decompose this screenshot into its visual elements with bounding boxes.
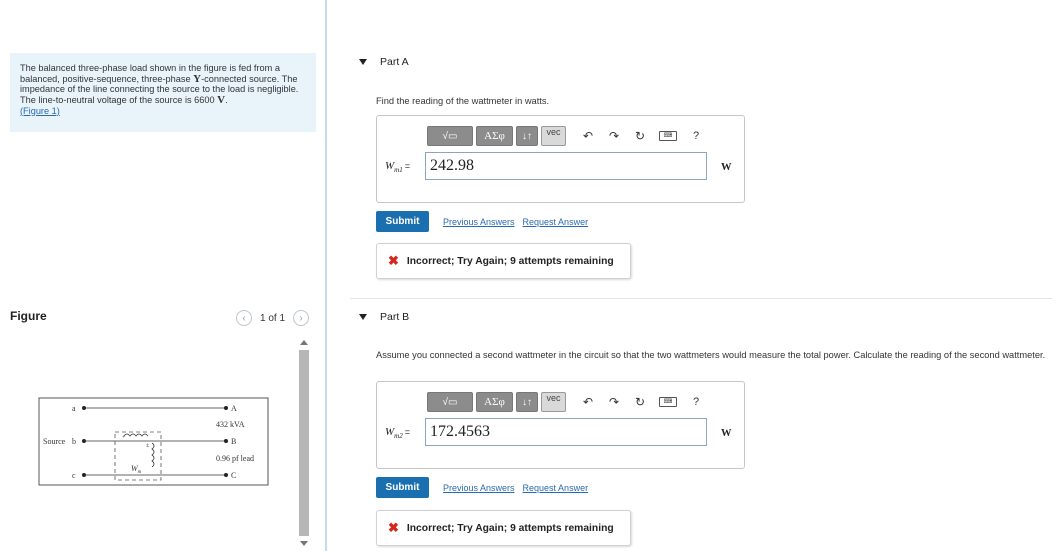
part-a-request-answer-link[interactable]: Request Answer (523, 217, 589, 227)
scroll-thumb[interactable] (299, 350, 309, 536)
source-label: Source (43, 437, 66, 446)
part-b-submit-button[interactable]: Submit (376, 477, 429, 498)
undo-icon[interactable]: ↶ (581, 129, 595, 143)
current-coil (123, 433, 149, 437)
redo-icon[interactable]: ↷ (607, 129, 621, 143)
node-C (224, 473, 228, 477)
current-coil-plus: + (122, 435, 126, 441)
node-c-label: c (72, 471, 76, 480)
part-b-feedback: ✖ Incorrect; Try Again; 9 attempts remai… (376, 510, 631, 546)
part-a-question: Find the reading of the wattmeter in wat… (376, 96, 550, 106)
help-button[interactable]: ? (689, 396, 703, 408)
part-b-previous-answers-link[interactable]: Previous Answers (443, 483, 515, 493)
part-a-toolbar: √▭ AΣφ ↓↑ vec ↶ ↷ ↻ ⌨ ? (427, 126, 703, 146)
greek-symbols-button[interactable]: AΣφ (476, 126, 513, 146)
part-a-header[interactable]: Part A (350, 47, 1050, 77)
arrows-button[interactable]: ↓↑ (516, 392, 538, 412)
chevron-left-icon[interactable]: ‹ (236, 310, 252, 326)
part-a-feedback: ✖ Incorrect; Try Again; 9 attempts remai… (376, 243, 631, 279)
error-x-icon: ✖ (388, 253, 399, 268)
circuit-diagram: a Source b c A 432 kVA B 0.96 pf lead C … (38, 397, 269, 486)
vector-button[interactable]: vec (541, 392, 566, 412)
vector-button[interactable]: vec (541, 126, 566, 146)
part-a-actions: Submit Previous Answers Request Answer (376, 211, 588, 232)
pane-divider (326, 0, 327, 551)
greek-symbols-button[interactable]: AΣφ (476, 392, 513, 412)
node-B-label: B (231, 437, 236, 446)
arrows-button[interactable]: ↓↑ (516, 126, 538, 146)
reset-icon[interactable]: ↻ (633, 395, 647, 409)
scroll-down-icon[interactable] (300, 541, 308, 546)
part-b-answer-input[interactable] (425, 418, 707, 446)
templates-button[interactable]: √▭ (427, 392, 473, 412)
part-a-feedback-message: Incorrect; Try Again; 9 attempts remaini… (406, 255, 614, 267)
redo-icon[interactable]: ↷ (607, 395, 621, 409)
error-x-icon: ✖ (388, 520, 399, 535)
voltage-coil (151, 442, 155, 468)
part-a-submit-button[interactable]: Submit (376, 211, 429, 232)
part-a-variable: Wm1 = (385, 160, 410, 175)
node-a-label: a (72, 404, 76, 413)
part-a-unit: W (721, 162, 732, 173)
part-b-request-answer-link[interactable]: Request Answer (523, 483, 589, 493)
part-a-answer-input[interactable] (425, 152, 707, 180)
part-a-title: Part A (380, 56, 409, 68)
load-pf-label: 0.96 pf lead (216, 454, 254, 463)
part-a-previous-answers-link[interactable]: Previous Answers (443, 217, 515, 227)
part-b-unit: W (721, 428, 732, 439)
collapse-triangle-icon[interactable] (359, 314, 367, 320)
load-power-label: 432 kVA (216, 420, 245, 429)
undo-icon[interactable]: ↶ (581, 395, 595, 409)
figure-pager: ‹ 1 of 1 › (236, 310, 310, 326)
node-B (224, 439, 228, 443)
part-b-answer-box: √▭ AΣφ ↓↑ vec ↶ ↷ ↻ ⌨ ? Wm2= W (376, 381, 745, 469)
keyboard-icon[interactable]: ⌨ (659, 131, 677, 141)
figure-scrollbar[interactable] (298, 338, 310, 548)
voltage-coil-plus: ± (146, 443, 150, 449)
part-b-actions: Submit Previous Answers Request Answer (376, 477, 588, 498)
left-pane: The balanced three-phase load shown in t… (0, 0, 326, 551)
node-b-label: b (72, 437, 76, 446)
part-separator (350, 298, 1052, 299)
part-b-title: Part B (380, 311, 410, 323)
collapse-triangle-icon[interactable] (359, 59, 367, 65)
v-symbol: V (217, 94, 226, 107)
templates-button[interactable]: √▭ (427, 126, 473, 146)
problem-statement: The balanced three-phase load shown in t… (10, 53, 316, 132)
part-b-variable: Wm2 = (385, 426, 410, 441)
figure-page-count: 1 of 1 (260, 312, 286, 324)
part-a-answer-box: √▭ AΣφ ↓↑ vec ↶ ↷ ↻ ⌨ ? Wm1= W (376, 115, 745, 203)
chevron-right-icon[interactable]: › (293, 310, 310, 326)
scroll-up-icon[interactable] (300, 340, 308, 345)
reset-icon[interactable]: ↻ (633, 129, 647, 143)
keyboard-icon[interactable]: ⌨ (659, 397, 677, 407)
node-C-label: C (231, 471, 236, 480)
help-button[interactable]: ? (689, 130, 703, 142)
node-A (224, 406, 228, 410)
part-b-question: Assume you connected a second wattmeter … (376, 350, 1046, 360)
y-symbol: Y (193, 72, 202, 85)
part-b-feedback-message: Incorrect; Try Again; 9 attempts remaini… (406, 522, 614, 534)
part-b-toolbar: √▭ AΣφ ↓↑ vec ↶ ↷ ↻ ⌨ ? (427, 392, 703, 412)
figure-heading: Figure (10, 309, 47, 323)
figure-link[interactable]: (Figure 1) (20, 106, 60, 116)
problem-text-3: . (225, 95, 228, 106)
node-A-label: A (231, 404, 237, 413)
part-b-header[interactable]: Part B (350, 302, 1050, 332)
wattmeter-label: Wm (131, 464, 142, 475)
